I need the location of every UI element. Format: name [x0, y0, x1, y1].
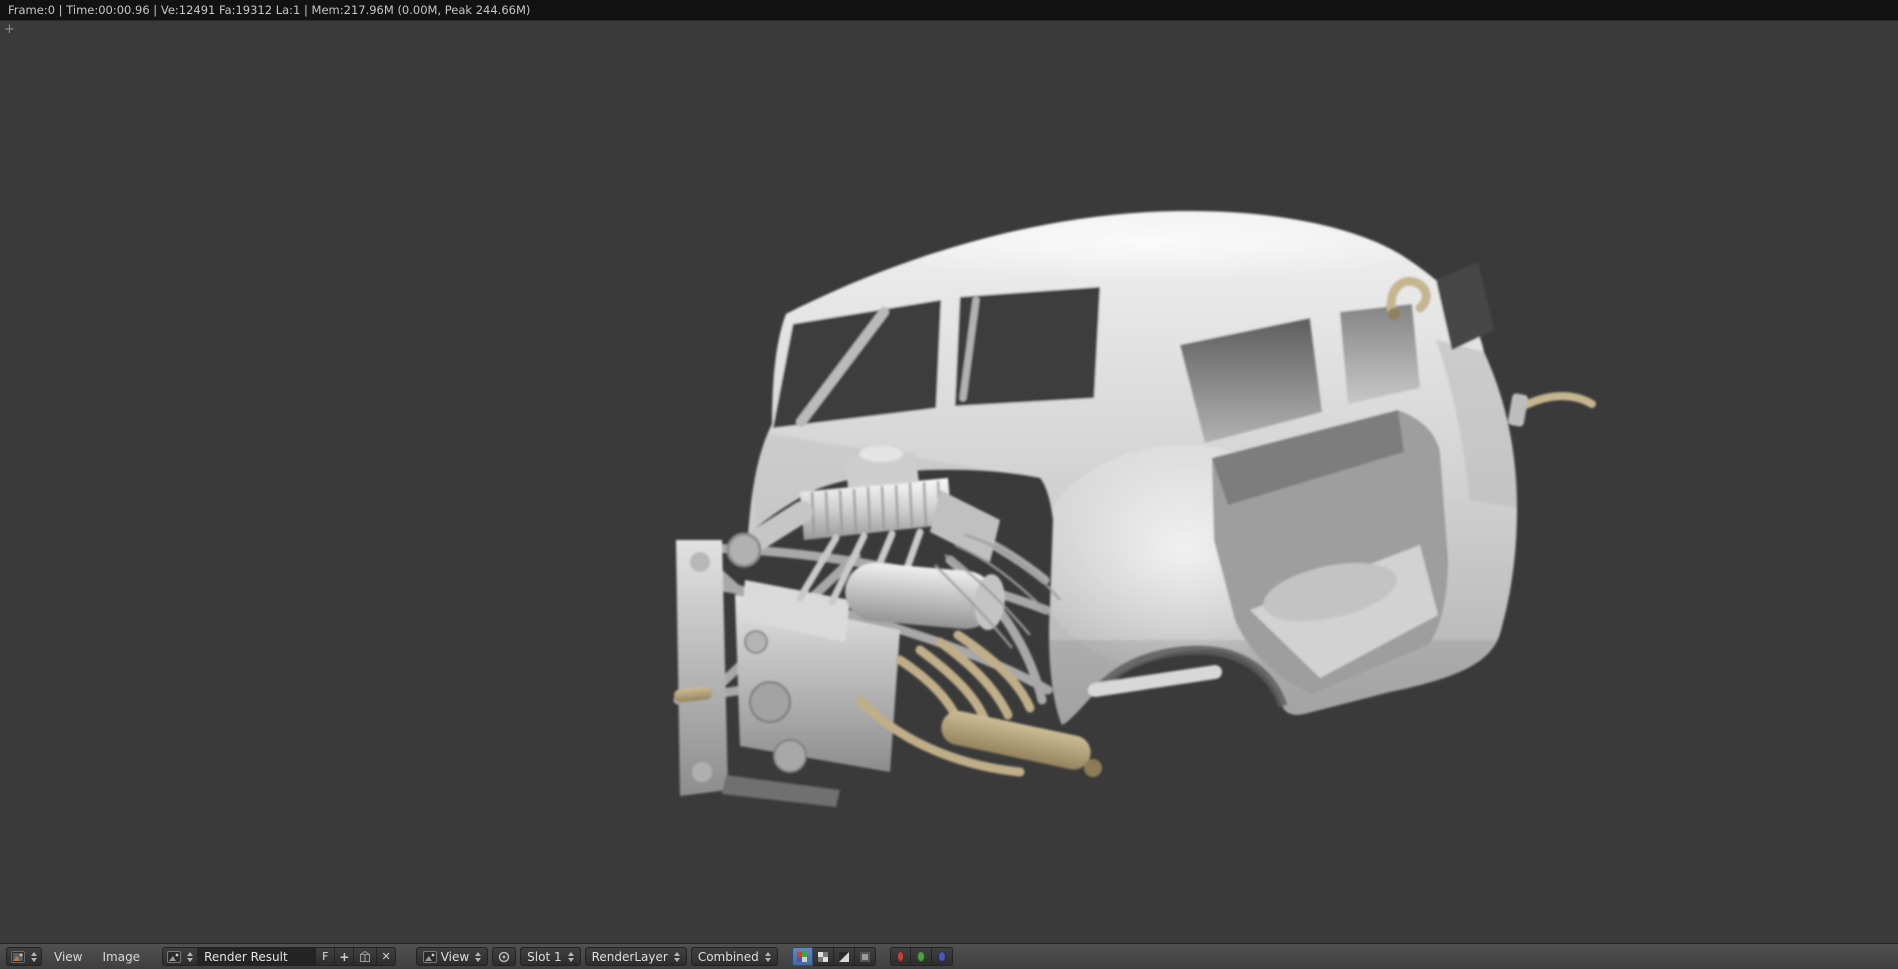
image-editor-header: View Image Render Result F	[0, 943, 1898, 969]
blue-circle-icon	[938, 951, 946, 962]
pack-image-icon	[358, 950, 372, 964]
render-layer-label: RenderLayer	[592, 950, 668, 964]
rgb-channel-buttons	[890, 947, 953, 966]
pin-button[interactable]	[492, 947, 516, 966]
color-toggle[interactable]	[813, 947, 834, 966]
chevron-updown-icon	[475, 952, 481, 962]
new-image-button[interactable]: +	[335, 947, 354, 966]
close-x-icon: ✕	[381, 951, 390, 962]
render-slot-label: Slot 1	[527, 950, 561, 964]
unlink-image-button[interactable]: ✕	[377, 947, 395, 966]
view-mode-label: View	[441, 950, 469, 964]
blue-channel-button[interactable]	[932, 947, 953, 966]
fake-user-button[interactable]: F	[316, 947, 335, 966]
image-browse-button[interactable]	[162, 947, 198, 966]
chevron-updown-icon	[765, 952, 771, 962]
image-browse-icon	[167, 950, 181, 964]
image-name-value: Render Result	[204, 950, 288, 964]
rgba-checker-icon	[797, 952, 807, 962]
pin-circle-icon	[497, 950, 511, 964]
region-corner-widget[interactable]: +	[4, 23, 15, 36]
render-info-bar: Frame:0 | Time:00:00.96 | Ve:12491 Fa:19…	[0, 0, 1898, 21]
image-editor-icon	[11, 950, 25, 964]
chevron-updown-icon	[568, 952, 574, 962]
render-pass-dropdown[interactable]: Combined	[691, 947, 778, 966]
render-pass-label: Combined	[698, 950, 759, 964]
chevron-updown-icon	[187, 952, 193, 962]
chevron-updown-icon	[674, 952, 680, 962]
green-channel-button[interactable]	[911, 947, 932, 966]
red-circle-icon	[897, 951, 904, 962]
z-buffer-icon	[858, 950, 872, 964]
view-mode-dropdown[interactable]: View	[416, 947, 488, 966]
blender-window: Frame:0 | Time:00:00.96 | Ve:12491 Fa:19…	[0, 0, 1898, 969]
rgb-checker-icon	[818, 952, 828, 962]
alpha-diagonal-icon	[837, 950, 851, 964]
render-stats-text: Frame:0 | Time:00:00.96 | Ve:12491 Fa:19…	[8, 3, 530, 17]
menu-view[interactable]: View	[46, 950, 90, 964]
draw-channel-toggles	[792, 947, 876, 966]
image-datablock: Render Result F + ✕	[162, 947, 396, 966]
render-layer-dropdown[interactable]: RenderLayer	[585, 947, 687, 966]
menu-image[interactable]: Image	[94, 950, 148, 964]
render-result-image	[0, 21, 1898, 943]
chevron-updown-icon	[31, 952, 37, 962]
image-name-field[interactable]: Render Result	[198, 947, 316, 966]
plus-icon: +	[339, 951, 349, 963]
zbuffer-toggle[interactable]	[855, 947, 876, 966]
green-circle-icon	[917, 951, 925, 962]
color-alpha-toggle[interactable]	[792, 947, 813, 966]
image-icon	[423, 950, 437, 964]
alpha-toggle[interactable]	[834, 947, 855, 966]
editor-type-selector[interactable]	[6, 947, 42, 966]
image-editor-viewport[interactable]: +	[0, 21, 1898, 943]
red-channel-button[interactable]	[890, 947, 911, 966]
pack-image-button[interactable]	[354, 947, 377, 966]
render-slot-dropdown[interactable]: Slot 1	[520, 947, 580, 966]
